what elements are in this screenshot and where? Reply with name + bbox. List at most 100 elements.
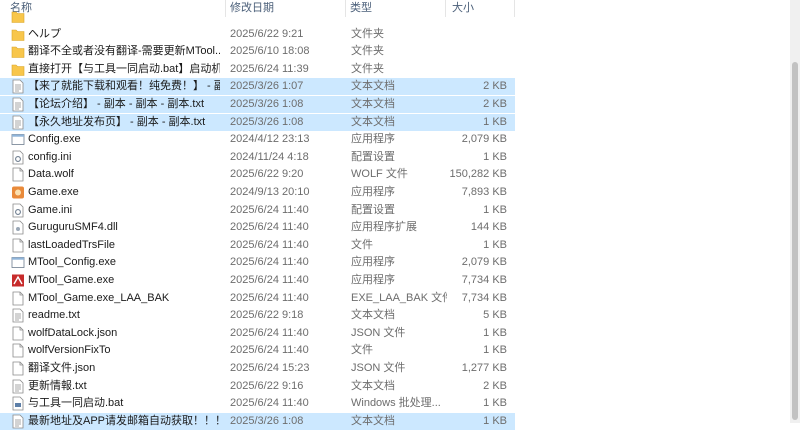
file-size: 150,282 KB: [449, 168, 508, 181]
file-date: 2025/3/26 1:08: [230, 98, 304, 110]
file-date: [230, 8, 345, 25]
file-size: 5 KB: [483, 309, 507, 322]
file-date: 2025/6/24 11:40: [230, 203, 309, 216]
mtool-app-icon: [11, 273, 25, 288]
file-size: [447, 43, 507, 60]
file-row[interactable]: 最新地址及APP请发邮箱自动获取！！！ 2025/3/26 1:08 文本文档 1 K…: [0, 412, 515, 430]
folder-icon: [11, 27, 25, 42]
file-name: wolfVersionFixTo: [28, 344, 111, 357]
text-file-icon: [11, 308, 25, 323]
file-type: Windows 批处理...: [351, 397, 441, 410]
file-row[interactable]: Data.wolf 2025/6/22 9:20 WOLF 文件 150,282 KB: [0, 166, 515, 183]
file-name: ヘルプ: [28, 27, 61, 40]
file-type: 文本文档: [351, 379, 395, 392]
file-name: Config.exe: [28, 133, 81, 146]
file-size: 1 KB: [483, 203, 507, 216]
blank-file-icon: [11, 326, 25, 341]
file-size: 2 KB: [483, 98, 507, 110]
file-row[interactable]: [0, 8, 515, 25]
file-name: config.ini: [28, 150, 72, 163]
file-type: 配置设置: [351, 203, 395, 216]
file-date: 2024/11/24 4:18: [230, 150, 309, 163]
file-row[interactable]: 翻译不全或者没有翻译-需要更新MTool... 2025/6/10 18:08 文件…: [0, 43, 515, 60]
file-date: 2025/6/24 11:40: [230, 256, 309, 269]
file-date: 2025/3/26 1:07: [230, 80, 304, 93]
file-size: 1 KB: [483, 397, 507, 410]
file-size: 2,079 KB: [461, 133, 507, 146]
file-type: 文本文档: [351, 115, 395, 128]
file-row[interactable]: 【来了就能下载和观看！纯免费！】 - 副... 2025/3/26 1:07 文本文…: [0, 78, 515, 96]
file-row[interactable]: 【论坛介绍】 - 副本 - 副本 - 副本.txt 2025/3/26 1:08 文…: [0, 96, 515, 113]
file-type: JSON 文件: [351, 362, 406, 374]
file-size: 7,893 KB: [461, 186, 507, 198]
file-row[interactable]: MTool_Game.exe_LAA_BAK 2025/6/24 11:40 EXE…: [0, 290, 515, 307]
file-date: 2025/3/26 1:08: [230, 115, 304, 128]
file-name: MTool_Config.exe: [28, 256, 117, 269]
dll-file-icon: [11, 220, 25, 235]
text-file-icon: [11, 414, 25, 429]
vertical-scrollbar[interactable]: [790, 0, 800, 423]
file-type: 文本文档: [351, 98, 395, 110]
file-name: 【永久地址发布页】 - 副本 - 副本.txt: [28, 115, 206, 128]
file-name: Game.exe: [28, 186, 79, 198]
file-date: 2025/3/26 1:08: [230, 414, 304, 427]
file-date: 2025/6/22 9:16: [230, 379, 304, 392]
file-name: 与工具一同启动.bat: [28, 397, 124, 410]
file-type: JSON 文件: [351, 326, 406, 339]
file-type: 应用程序: [351, 274, 395, 286]
blank-file-icon: [11, 291, 25, 306]
file-type: 应用程序: [351, 256, 395, 269]
file-row[interactable]: MTool_Config.exe 2025/6/24 11:40 应用程序 2,079…: [0, 254, 515, 271]
scrollbar-thumb[interactable]: [792, 62, 798, 420]
file-date: 2024/9/13 20:10: [230, 186, 310, 198]
file-date: 2025/6/24 11:40: [230, 326, 309, 339]
settings-file-icon: [11, 203, 25, 218]
file-type: 应用程序扩展: [351, 221, 417, 234]
file-row[interactable]: 更新情報.txt 2025/6/22 9:16 文本文档 2 KB: [0, 378, 515, 395]
file-type: 文本文档: [351, 414, 395, 427]
file-name: 【来了就能下载和观看！纯免费！】 - 副...: [28, 80, 220, 93]
file-row[interactable]: Game.ini 2025/6/24 11:40 配置设置 1 KB: [0, 202, 515, 219]
file-name: MTool_Game.exe: [28, 274, 115, 286]
file-type: 文件夹: [351, 62, 384, 75]
file-date: 2025/6/24 11:40: [230, 291, 309, 304]
file-size: 144 KB: [470, 221, 507, 234]
file-row[interactable]: wolfDataLock.json 2025/6/24 11:40 JSON 文件 1…: [0, 325, 515, 342]
file-date: 2025/6/22 9:21: [230, 27, 304, 40]
folder-icon: [11, 44, 25, 59]
file-name: Data.wolf: [28, 168, 74, 181]
file-date: 2025/6/24 11:40: [230, 238, 309, 251]
file-row[interactable]: ヘルプ 2025/6/22 9:21 文件夹: [0, 26, 515, 43]
file-size: 2 KB: [483, 379, 507, 392]
file-type: [351, 8, 447, 25]
folder-icon: [11, 9, 25, 24]
file-date: 2025/6/22 9:20: [230, 168, 304, 181]
batch-file-icon: [11, 396, 25, 411]
file-date: 2025/6/24 11:40: [230, 221, 309, 234]
file-type: 配置设置: [351, 150, 395, 163]
file-name: 翻译文件.json: [28, 362, 96, 374]
file-row[interactable]: GuruguruSMF4.dll 2025/6/24 11:40 应用程序扩展 144…: [0, 219, 515, 236]
file-row[interactable]: 翻译文件.json 2025/6/24 15:23 JSON 文件 1,277 KB: [0, 360, 515, 377]
file-row[interactable]: readme.txt 2025/6/22 9:18 文本文档 5 KB: [0, 307, 515, 324]
app-window-icon: [11, 132, 25, 147]
file-row[interactable]: Config.exe 2024/4/12 23:13 应用程序 2,079 KB: [0, 131, 515, 148]
file-type: 文件夹: [351, 27, 384, 40]
file-row[interactable]: config.ini 2024/11/24 4:18 配置设置 1 KB: [0, 149, 515, 166]
file-row[interactable]: lastLoadedTrsFile 2025/6/24 11:40 文件 1 KB: [0, 237, 515, 254]
file-row[interactable]: 与工具一同启动.bat 2025/6/24 11:40 Windows 批处理...…: [0, 395, 515, 412]
file-size: 7,734 KB: [461, 274, 507, 286]
file-row[interactable]: wolfVersionFixTo 2025/6/24 11:40 文件 1 KB: [0, 342, 515, 359]
text-file-icon: [11, 97, 25, 112]
file-row[interactable]: MTool_Game.exe 2025/6/24 11:40 应用程序 7,734 K…: [0, 272, 515, 289]
app-window-icon: [11, 255, 25, 270]
file-name: 直接打开【与工具一同启动.bat】启动机翻: [28, 62, 220, 75]
file-row[interactable]: 直接打开【与工具一同启动.bat】启动机翻 2025/6/24 11:39 文件夹: [0, 61, 515, 78]
file-date: 2025/6/24 11:40: [230, 344, 309, 357]
file-size: 1 KB: [483, 326, 507, 339]
file-type: 文件夹: [351, 45, 384, 58]
file-name: [28, 8, 220, 25]
file-row[interactable]: Game.exe 2024/9/13 20:10 应用程序 7,893 KB: [0, 184, 515, 201]
file-type: 文件: [351, 238, 373, 251]
file-row[interactable]: 【永久地址发布页】 - 副本 - 副本.txt 2025/3/26 1:08 文本文…: [0, 113, 515, 131]
